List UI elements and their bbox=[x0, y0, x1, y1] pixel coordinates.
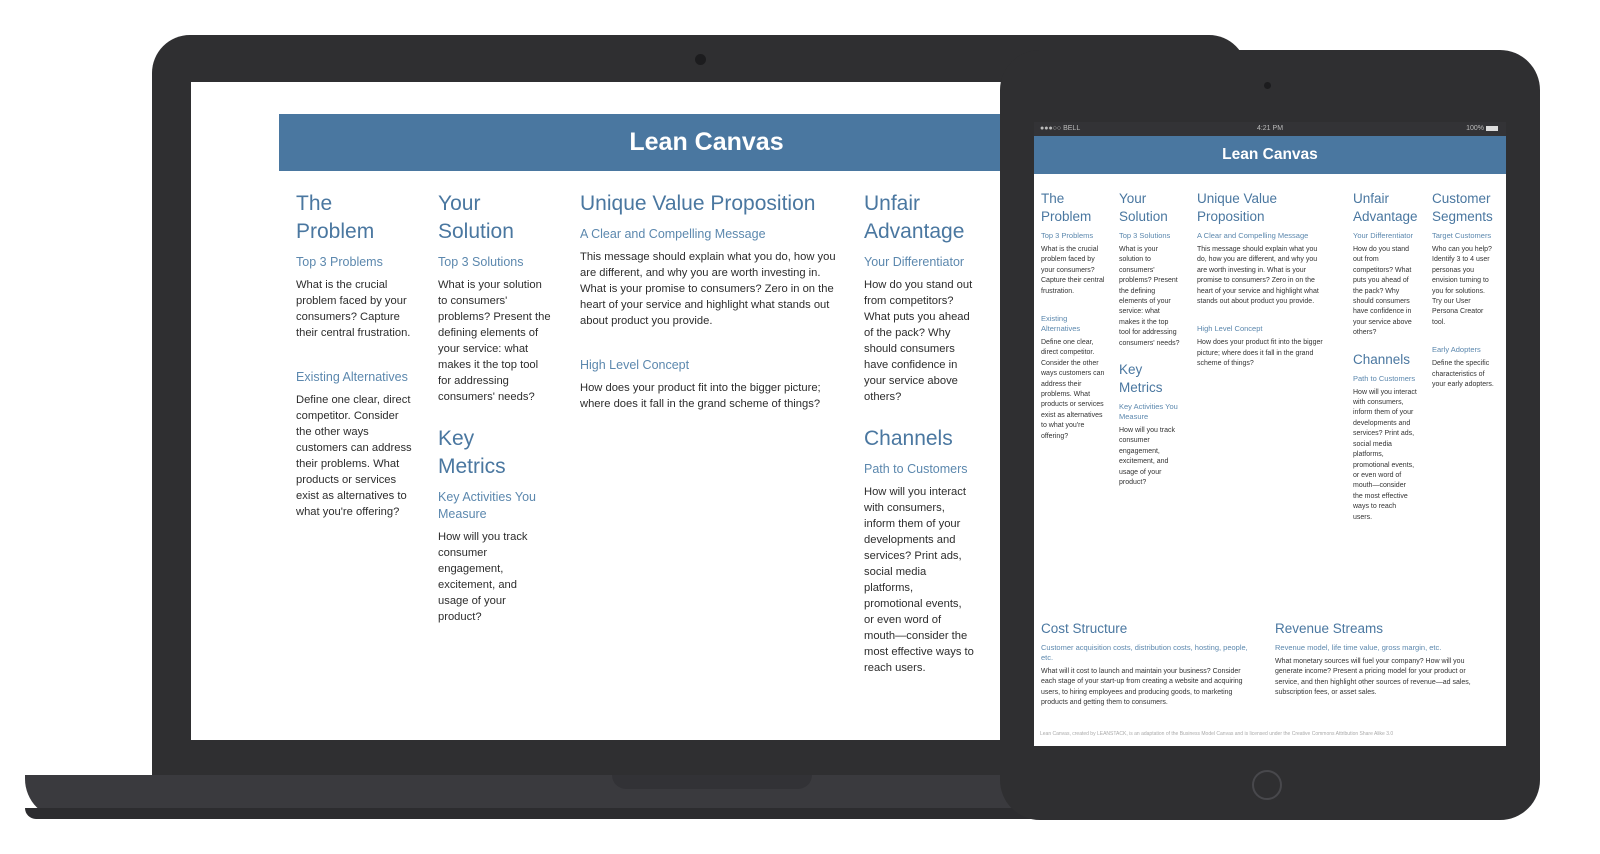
section-subtitle: Your Differentiator bbox=[1353, 231, 1414, 240]
section-body: What will it cost to launch and maintain… bbox=[1041, 668, 1243, 707]
section-body: How will you interact with consumers, in… bbox=[1353, 388, 1417, 521]
canvas-header: Lean Canvas bbox=[279, 114, 1021, 171]
section-title: The Problem bbox=[1041, 191, 1092, 224]
section-subtitle: Path to Customers bbox=[1353, 373, 1416, 383]
section-subtitle: Top 3 Solutions bbox=[1119, 231, 1171, 240]
column-uvp: Unique Value Proposition A Clear and Com… bbox=[580, 190, 836, 412]
section-subtitle: Revenue model, life time value, gross ma… bbox=[1275, 643, 1442, 652]
section-body: How does your product fit into the bigge… bbox=[1197, 339, 1323, 368]
tablet-column-solution: Your Solution Top 3 Solutions What is yo… bbox=[1119, 190, 1181, 489]
section-title: Channels bbox=[1353, 351, 1411, 367]
license-footer: Lean Canvas, created by LEANSTACK, is an… bbox=[1040, 731, 1394, 737]
tablet-column-uvp: Unique Value Proposition A Clear and Com… bbox=[1197, 190, 1327, 370]
section-subtitle: Target Customers bbox=[1432, 231, 1492, 240]
section-body: This message should explain what you do,… bbox=[1197, 246, 1319, 306]
section-body: Define the specific characteristics of y… bbox=[1432, 360, 1494, 389]
section-subtitle: Top 3 Problems bbox=[296, 255, 383, 269]
section-title: Key Metrics bbox=[438, 427, 506, 478]
section-body: What is the crucial problem faced by you… bbox=[296, 279, 411, 339]
section-body: What is your solution to consumers' prob… bbox=[438, 279, 551, 403]
section-subtitle: Existing Alternatives bbox=[296, 370, 408, 384]
column-solution: Your Solution Top 3 Solutions What is yo… bbox=[438, 190, 554, 625]
battery-percent: 100% bbox=[1466, 125, 1484, 132]
section-body: How will you track consumer engagement, … bbox=[438, 531, 528, 623]
section-body: How does your product fit into the bigge… bbox=[580, 382, 821, 410]
section-subtitle: A Clear and Compelling Message bbox=[1197, 231, 1309, 240]
tablet-canvas-header: Lean Canvas bbox=[1034, 136, 1506, 174]
tablet-column-customer-segments: Customer Segments Target Customers Who c… bbox=[1432, 190, 1494, 390]
section-subtitle: High Level Concept bbox=[580, 358, 690, 372]
section-body: Define one clear, direct competitor. Con… bbox=[1041, 339, 1105, 440]
section-subtitle: Top 3 Problems bbox=[1041, 231, 1094, 240]
battery-status: 100% bbox=[1466, 122, 1498, 136]
laptop-camera-icon bbox=[695, 54, 706, 65]
section-body: This message should explain what you do,… bbox=[580, 251, 836, 327]
section-body: How will you interact with consumers, in… bbox=[864, 486, 974, 674]
section-title: Customer Segments bbox=[1432, 191, 1493, 224]
section-title: Cost Structure bbox=[1041, 621, 1128, 636]
section-subtitle: Key Activities You Measure bbox=[438, 490, 536, 521]
section-subtitle: High Level Concept bbox=[1197, 324, 1263, 334]
section-subtitle: A Clear and Compelling Message bbox=[580, 227, 766, 241]
section-title: Unfair Advantage bbox=[864, 192, 965, 243]
tablet-column-problem: The Problem Top 3 Problems What is the c… bbox=[1041, 190, 1105, 442]
tablet-revenue-streams: Revenue Streams Revenue model, life time… bbox=[1275, 620, 1490, 699]
section-body: What monetary sources will fuel your com… bbox=[1275, 658, 1471, 697]
section-subtitle: Existing Alternatives bbox=[1041, 314, 1081, 334]
section-body: What is your solution to consumers' prob… bbox=[1119, 246, 1180, 347]
section-title: Unique Value Proposition bbox=[580, 192, 816, 215]
laptop-base-shadow bbox=[25, 808, 1085, 819]
section-title: Your Solution bbox=[1119, 191, 1168, 224]
section-body: How do you stand out from competitors? W… bbox=[864, 279, 973, 403]
tablet-cost-structure: Cost Structure Customer acquisition cost… bbox=[1041, 620, 1256, 709]
section-title: The Problem bbox=[296, 192, 375, 243]
section-body: Who can you help? Identify 3 to 4 user p… bbox=[1432, 246, 1492, 326]
home-button[interactable] bbox=[1252, 770, 1282, 800]
laptop-notch bbox=[612, 775, 812, 789]
laptop-screen: Lean Canvas The Problem Top 3 Problems W… bbox=[191, 82, 1021, 740]
tablet-camera-icon bbox=[1264, 82, 1271, 89]
section-subtitle: Customer acquisition costs, distribution… bbox=[1041, 643, 1248, 662]
section-body: How will you track consumer engagement, … bbox=[1119, 427, 1176, 487]
section-title: Revenue Streams bbox=[1275, 621, 1384, 636]
tablet-screen: ●●●○○ BELL 4:21 PM 100% Lean Canvas The … bbox=[1034, 122, 1506, 746]
section-title: Channels bbox=[864, 427, 953, 450]
status-bar: ●●●○○ BELL 4:21 PM 100% bbox=[1034, 122, 1506, 136]
section-body: How do you stand out from competitors? W… bbox=[1353, 246, 1412, 337]
section-title: Unique Value Proposition bbox=[1197, 191, 1278, 224]
section-title: Your Solution bbox=[438, 192, 514, 243]
section-subtitle: Top 3 Solutions bbox=[438, 255, 524, 269]
section-title: Key Metrics bbox=[1119, 362, 1163, 396]
section-subtitle: Path to Customers bbox=[864, 462, 968, 476]
section-body: Define one clear, direct competitor. Con… bbox=[296, 394, 412, 518]
tablet-column-unfair-advantage: Unfair Advantage Your Differentiator How… bbox=[1353, 190, 1418, 523]
section-subtitle: Your Differentiator bbox=[864, 255, 965, 269]
column-problem: The Problem Top 3 Problems What is the c… bbox=[296, 190, 414, 520]
section-subtitle: Early Adopters bbox=[1432, 345, 1481, 355]
column-unfair-advantage: Unfair Advantage Your Differentiator How… bbox=[864, 190, 974, 676]
section-subtitle: Key Activities You Measure bbox=[1119, 402, 1178, 422]
canvas-title: Lean Canvas bbox=[629, 128, 784, 156]
status-time: 4:21 PM bbox=[1256, 125, 1284, 132]
battery-icon bbox=[1486, 125, 1498, 131]
section-body: What is the crucial problem faced by you… bbox=[1041, 246, 1105, 295]
section-title: Unfair Advantage bbox=[1353, 191, 1418, 224]
